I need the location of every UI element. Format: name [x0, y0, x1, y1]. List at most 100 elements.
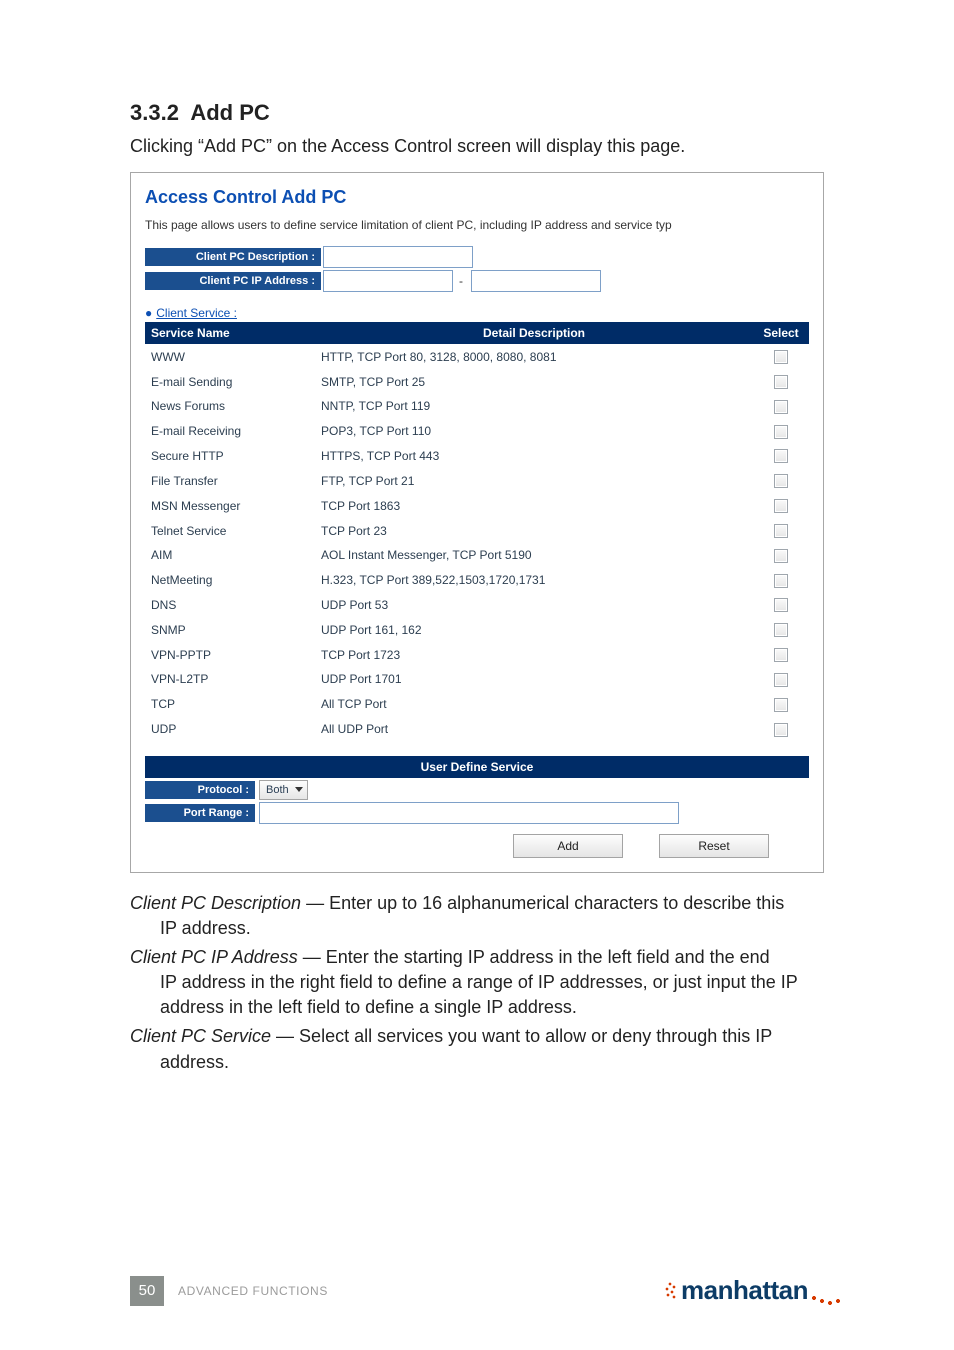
service-select-cell [753, 717, 809, 742]
service-detail-cell: TCP Port 23 [315, 518, 753, 543]
port-range-label: Port Range : [145, 804, 255, 822]
service-name-cell: VPN-L2TP [145, 667, 315, 692]
client-ip-end-input[interactable] [471, 270, 601, 292]
client-ip-start-input[interactable] [323, 270, 453, 292]
service-name-cell: VPN-PPTP [145, 642, 315, 667]
service-select-cell [753, 692, 809, 717]
table-row: DNSUDP Port 53 [145, 593, 809, 618]
service-select-cell [753, 493, 809, 518]
table-row: Telnet ServiceTCP Port 23 [145, 518, 809, 543]
service-select-cell [753, 593, 809, 618]
service-select-cell [753, 568, 809, 593]
table-row: VPN-PPTPTCP Port 1723 [145, 642, 809, 667]
service-detail-cell: HTTPS, TCP Port 443 [315, 444, 753, 469]
footer-section-label: ADVANCED FUNCTIONS [178, 1284, 328, 1298]
chevron-down-icon [295, 787, 303, 792]
service-detail-cell: TCP Port 1723 [315, 642, 753, 667]
service-name-cell: UDP [145, 717, 315, 742]
service-detail-cell: NNTP, TCP Port 119 [315, 394, 753, 419]
table-row: SNMPUDP Port 161, 162 [145, 617, 809, 642]
client-desc-input[interactable] [323, 246, 473, 268]
panel-description: This page allows users to define service… [145, 218, 809, 232]
logo-tail-icon [810, 1296, 844, 1308]
service-checkbox[interactable] [774, 400, 788, 414]
service-checkbox[interactable] [774, 698, 788, 712]
services-table: Service Name Detail Description Select W… [145, 322, 809, 741]
service-name-cell: TCP [145, 692, 315, 717]
port-range-row: Port Range : [145, 802, 809, 824]
service-select-cell [753, 444, 809, 469]
page-number-badge: 50 [130, 1276, 164, 1306]
service-select-cell [753, 468, 809, 493]
service-select-cell [753, 518, 809, 543]
service-checkbox[interactable] [774, 474, 788, 488]
service-checkbox[interactable] [774, 673, 788, 687]
service-name-cell: Secure HTTP [145, 444, 315, 469]
service-checkbox[interactable] [774, 574, 788, 588]
service-detail-cell: All UDP Port [315, 717, 753, 742]
service-checkbox[interactable] [774, 648, 788, 662]
service-checkbox[interactable] [774, 350, 788, 364]
access-control-panel: Access Control Add PC This page allows u… [130, 172, 824, 872]
services-header-row: Service Name Detail Description Select [145, 322, 809, 344]
service-select-cell [753, 642, 809, 667]
service-checkbox[interactable] [774, 425, 788, 439]
protocol-value: Both [266, 784, 289, 796]
service-detail-cell: All TCP Port [315, 692, 753, 717]
table-row: E-mail ReceivingPOP3, TCP Port 110 [145, 419, 809, 444]
client-service-heading: Client Service : [145, 306, 809, 320]
service-detail-cell: H.323, TCP Port 389,522,1503,1720,1731 [315, 568, 753, 593]
service-name-cell: File Transfer [145, 468, 315, 493]
reset-button[interactable]: Reset [659, 834, 769, 858]
panel-title: Access Control Add PC [145, 187, 809, 208]
service-checkbox[interactable] [774, 449, 788, 463]
client-desc-label: Client PC Description : [145, 248, 321, 266]
service-name-cell: NetMeeting [145, 568, 315, 593]
service-select-cell [753, 617, 809, 642]
term-service: Client PC Service [130, 1026, 271, 1046]
service-select-cell [753, 543, 809, 568]
term-ip: Client PC IP Address [130, 947, 298, 967]
service-name-cell: Telnet Service [145, 518, 315, 543]
service-detail-cell: FTP, TCP Port 21 [315, 468, 753, 493]
table-row: NetMeetingH.323, TCP Port 389,522,1503,1… [145, 568, 809, 593]
service-checkbox[interactable] [774, 623, 788, 637]
section-number: 3.3.2 [130, 100, 179, 125]
section-title: Add PC [190, 100, 269, 125]
table-row: E-mail SendingSMTP, TCP Port 25 [145, 369, 809, 394]
table-row: MSN MessengerTCP Port 1863 [145, 493, 809, 518]
client-ip-label: Client PC IP Address : [145, 272, 321, 290]
service-name-cell: E-mail Sending [145, 369, 315, 394]
port-range-input[interactable] [259, 802, 679, 824]
col-service-name: Service Name [145, 322, 315, 344]
service-detail-cell: TCP Port 1863 [315, 493, 753, 518]
service-checkbox[interactable] [774, 375, 788, 389]
protocol-select[interactable]: Both [259, 780, 308, 800]
service-detail-cell: UDP Port 161, 162 [315, 617, 753, 642]
table-row: AIMAOL Instant Messenger, TCP Port 5190 [145, 543, 809, 568]
table-row: Secure HTTPHTTPS, TCP Port 443 [145, 444, 809, 469]
service-select-cell [753, 419, 809, 444]
button-row: Add Reset [145, 824, 809, 858]
service-checkbox[interactable] [774, 723, 788, 737]
table-row: VPN-L2TPUDP Port 1701 [145, 667, 809, 692]
add-button[interactable]: Add [513, 834, 623, 858]
ip-range-separator: - [453, 274, 469, 288]
service-name-cell: SNMP [145, 617, 315, 642]
page-footer: 50 ADVANCED FUNCTIONS manhattan [130, 1275, 844, 1306]
user-define-service-heading: User Define Service [145, 756, 809, 778]
service-select-cell [753, 344, 809, 369]
explain-desc: Client PC Description — Enter up to 16 a… [130, 891, 824, 941]
term-desc: Client PC Description [130, 893, 301, 913]
service-checkbox[interactable] [774, 524, 788, 538]
service-name-cell: WWW [145, 344, 315, 369]
service-name-cell: News Forums [145, 394, 315, 419]
service-select-cell [753, 394, 809, 419]
service-select-cell [753, 667, 809, 692]
service-detail-cell: UDP Port 1701 [315, 667, 753, 692]
service-checkbox[interactable] [774, 499, 788, 513]
service-name-cell: AIM [145, 543, 315, 568]
service-checkbox[interactable] [774, 549, 788, 563]
col-detail: Detail Description [315, 322, 753, 344]
service-checkbox[interactable] [774, 598, 788, 612]
